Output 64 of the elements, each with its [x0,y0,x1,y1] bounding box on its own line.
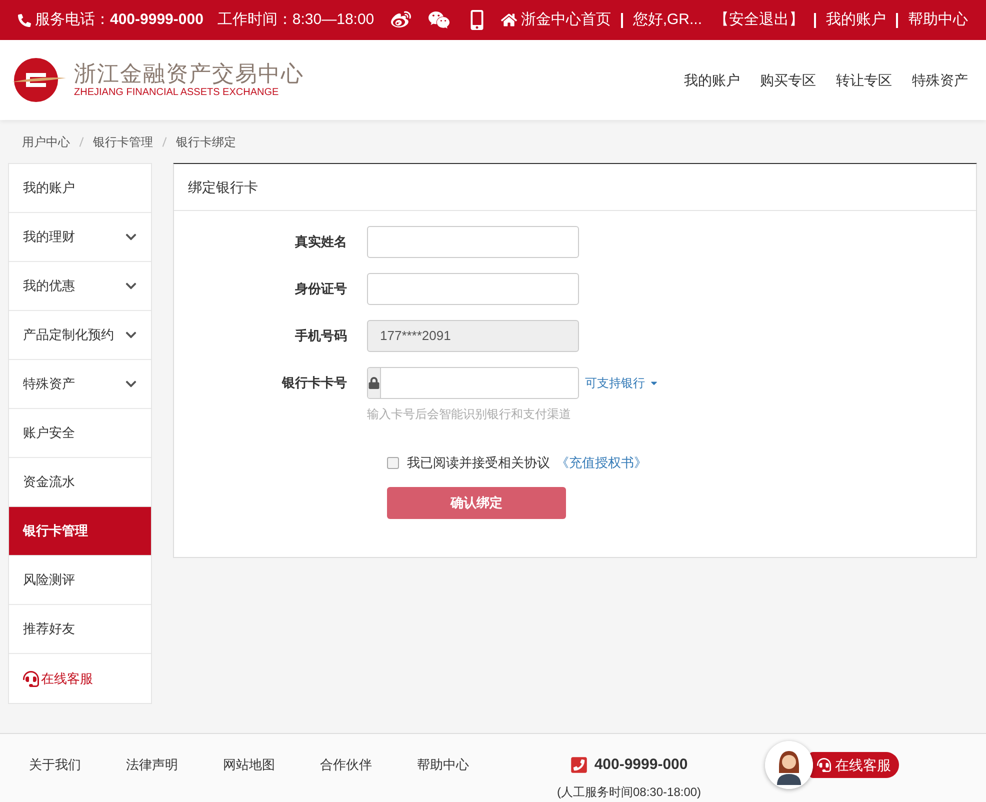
breadcrumb-link[interactable]: 银行卡管理 [93,132,153,150]
sidebar-item[interactable]: 我的理财 [9,213,151,262]
logo-title: 浙江金融资产交易中心 [74,61,304,87]
online-service-button[interactable]: 在线客服 [809,752,900,778]
footer-hotline: 400-9999-000 [594,755,688,775]
sidebar-item[interactable]: 银行卡管理 [9,507,151,556]
footer-link[interactable]: 帮助中心 [417,755,469,774]
hotline-label: 服务电话： [35,10,110,30]
phone-icon [18,14,31,26]
agreement-checkbox[interactable] [387,456,399,469]
home-link[interactable]: 浙金中心首页 [500,8,611,32]
footer-link[interactable]: 关于我们 [29,755,81,774]
phone-icon [570,756,588,774]
weibo-icon[interactable] [390,10,412,30]
agent-avatar-icon [765,741,814,789]
text-field[interactable] [367,226,579,258]
sidebar-item[interactable]: 产品定制化预约 [9,311,151,360]
field-label: 真实姓名 [294,233,348,252]
agreement-text: 我已阅读并接受相关协议 [407,454,550,472]
nav-link[interactable]: 特殊资产 [912,70,968,90]
chevron-icon [125,231,137,243]
lock-icon [368,377,380,389]
breadcrumb-link[interactable]: 银行卡绑定 [176,132,236,150]
text-field[interactable] [367,273,579,305]
chevron-icon [125,329,137,341]
field-label: 银行卡卡号 [280,374,348,392]
sidebar-item[interactable]: 账户安全 [9,409,151,458]
hotline-number: 400-9999-000 [110,10,204,30]
confirm-button[interactable]: 确认绑定 [387,486,566,518]
nav-link[interactable]: 购买专区 [760,70,816,90]
top-link[interactable]: 您好,GR... [632,8,702,32]
field-label: 手机号码 [294,327,348,346]
nav-link[interactable]: 转让专区 [836,70,892,90]
top-link[interactable]: 帮助中心 [908,8,968,32]
sidebar-item[interactable]: 我的账户 [9,164,151,213]
chevron-icon [125,378,137,390]
top-link[interactable]: 我的账户 [826,8,886,32]
headset-icon [817,758,832,772]
panel-title: 绑定银行卡 [188,178,258,196]
chevron-icon [125,280,137,292]
headset-icon [23,670,39,686]
breadcrumb-link[interactable]: 用户中心 [22,132,70,150]
footer-link[interactable]: 合作伙伴 [320,755,372,774]
top-link[interactable]: 【安全退出】 [714,8,804,32]
footer-link[interactable]: 法律声明 [126,755,178,774]
mobile-icon[interactable] [470,10,484,30]
sidebar-item[interactable]: 推荐好友 [9,605,151,654]
nav-link[interactable]: 我的账户 [684,70,740,90]
footer-hours: (人工服务时间08:30-18:00) [557,784,702,800]
footer-link[interactable]: 网站地图 [223,755,275,774]
agreement-link[interactable]: 《充值授权书》 [556,453,647,472]
supported-banks-link[interactable]: 可支持银行 [585,374,659,392]
wechat-icon[interactable] [428,10,450,30]
sidebar-item[interactable]: 在线客服 [9,654,151,703]
field-label: 身份证号 [294,280,348,298]
sidebar-item[interactable]: 特殊资产 [9,360,151,409]
phone-field: 177****2091 [367,320,579,352]
sidebar-item[interactable]: 我的优惠 [9,262,151,311]
logo-subtitle: ZHEJIANG FINANCIAL ASSETS EXCHANGE [74,87,280,99]
home-icon [500,12,517,28]
card-number-field[interactable] [367,367,579,399]
work-hours: 工作时间：8:30—18:00 [217,10,374,30]
field-hint: 输入卡号后会智能识别银行和支付渠道 [367,406,572,423]
sidebar-item[interactable]: 风险测评 [9,556,151,605]
